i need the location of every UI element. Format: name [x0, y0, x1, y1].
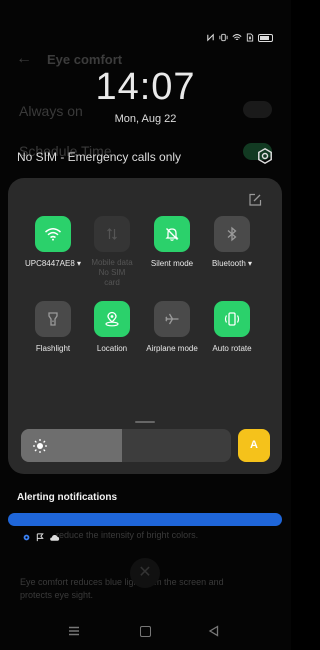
tile-wifi-label: UPC8447AE8: [24, 259, 75, 268]
tile-mobile-data-label: Mobile data No SIM card: [91, 258, 133, 287]
sim-status: No SIM - Emergency calls only: [17, 150, 182, 164]
battery-icon: [258, 33, 273, 42]
navigation-bar: [0, 622, 291, 642]
no-sim-icon: [246, 33, 254, 42]
tile-silent-mode-label: Silent mode: [150, 259, 194, 268]
dropdown-arrow-icon[interactable]: ▾: [75, 259, 81, 268]
recent-apps-icon[interactable]: [68, 626, 80, 636]
tile-flashlight[interactable]: Flashlight: [23, 301, 83, 353]
tile-location-label: Location: [96, 344, 128, 353]
back-icon[interactable]: [208, 625, 219, 637]
nfc-icon: [207, 33, 214, 42]
tile-airplane-mode-label: Airplane mode: [146, 344, 198, 353]
dropdown-arrow-icon[interactable]: ▾: [246, 259, 252, 268]
flashlight-icon: [48, 312, 58, 326]
wifi-icon: [45, 228, 61, 241]
notification-section-title: Alerting notifications: [17, 492, 117, 503]
clock-time: 14:07: [95, 66, 196, 108]
mobile-data-icon: [107, 228, 117, 240]
tile-airplane-mode[interactable]: Airplane mode: [142, 301, 202, 353]
tile-bluetooth-label: Bluetooth: [211, 259, 246, 268]
silent-bell-icon: [165, 228, 179, 241]
edit-icon[interactable]: [248, 193, 262, 207]
home-icon[interactable]: [140, 626, 151, 637]
wifi-icon: [232, 34, 242, 41]
tile-wifi[interactable]: UPC8447AE8 ▾: [23, 216, 83, 268]
brightness-sun-icon: [33, 439, 47, 453]
date-label: Mon, Aug 22: [114, 113, 177, 125]
tile-mobile-data-button[interactable]: [94, 216, 130, 252]
location-icon: [105, 311, 119, 327]
rotate-icon: [224, 312, 240, 326]
notification-icons-row: [22, 533, 60, 542]
brightness-slider[interactable]: [21, 429, 231, 462]
background-paragraph: reduce the intensity of bright colors.: [56, 530, 199, 540]
tile-bluetooth[interactable]: Bluetooth ▾: [202, 216, 262, 268]
settings-gear-icon[interactable]: [256, 147, 274, 165]
panel-drag-handle[interactable]: [135, 421, 155, 423]
tile-auto-rotate[interactable]: Auto rotate: [202, 301, 262, 353]
status-bar: [206, 33, 273, 42]
tile-silent-mode[interactable]: Silent mode: [142, 216, 202, 268]
bluetooth-icon: [227, 226, 237, 242]
tile-auto-rotate-label: Auto rotate: [212, 344, 252, 353]
auto-brightness-button[interactable]: A: [238, 429, 270, 462]
tile-auto-rotate-button[interactable]: [214, 301, 250, 337]
close-icon: ✕: [130, 558, 160, 588]
tile-mobile-data[interactable]: Mobile data No SIM card: [82, 216, 142, 288]
tile-wifi-button[interactable]: [35, 216, 71, 252]
tile-bluetooth-button[interactable]: [214, 216, 250, 252]
tile-silent-mode-button[interactable]: [154, 216, 190, 252]
tile-location-button[interactable]: [94, 301, 130, 337]
tile-flashlight-label: Flashlight: [35, 344, 71, 353]
cloud-icon: [50, 534, 60, 541]
airplane-icon: [165, 313, 179, 325]
tile-airplane-mode-button[interactable]: [154, 301, 190, 337]
flag-icon: [36, 533, 44, 542]
tile-flashlight-button[interactable]: [35, 301, 71, 337]
notification-progress-bar: [8, 513, 282, 526]
tile-location[interactable]: Location: [82, 301, 142, 353]
settings-gear-icon: [23, 534, 30, 541]
vibrate-icon: [219, 33, 228, 42]
background-title: Eye comfort: [47, 52, 123, 67]
